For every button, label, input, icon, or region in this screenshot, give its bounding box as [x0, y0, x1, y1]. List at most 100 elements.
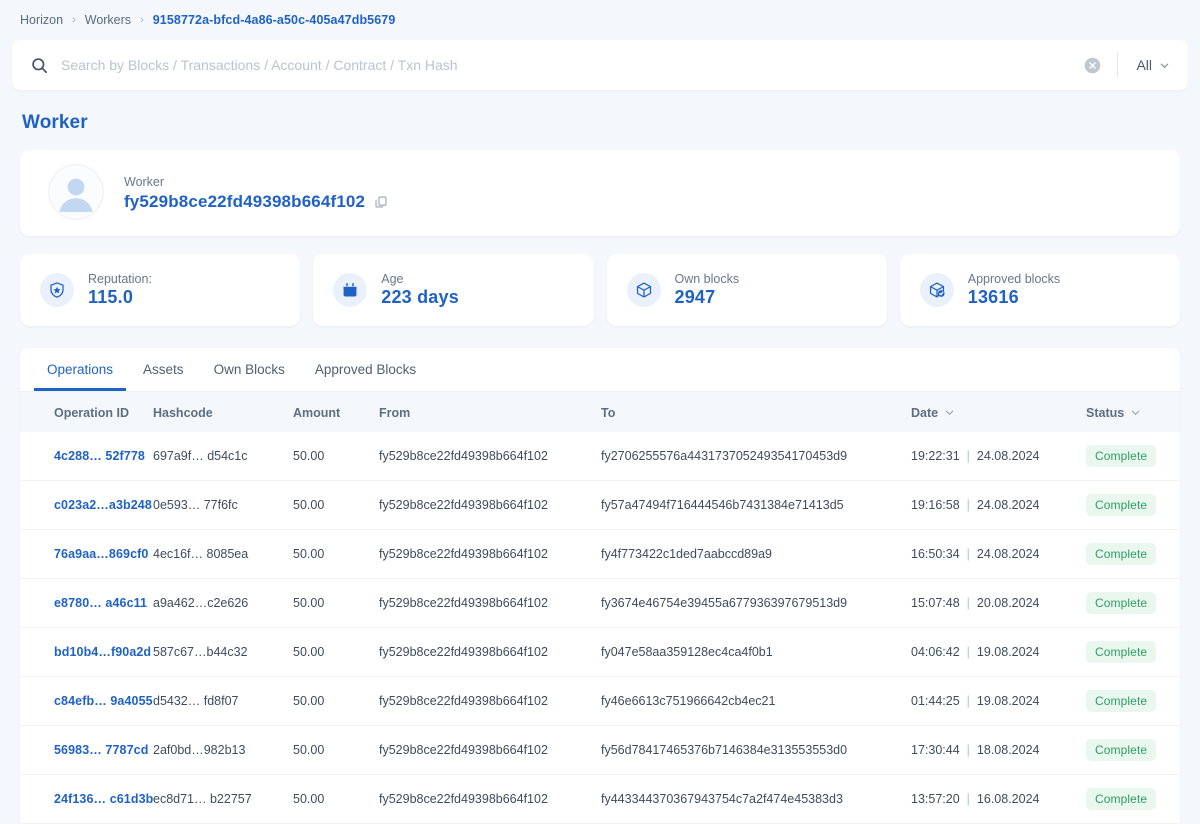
tab-operations[interactable]: Operations	[34, 348, 127, 391]
cube-check-icon	[929, 282, 945, 298]
cell-time: 17:30:44	[911, 743, 960, 757]
column-header-status[interactable]: Status	[1086, 392, 1180, 432]
cell-operation-id[interactable]: bd10b4…f90a2d	[20, 627, 153, 677]
table-row[interactable]: 76a9aa…869cf0 4ec16f… 8085ea 50.00 fy529b8c…	[20, 529, 1180, 579]
breadcrumb-item-3[interactable]: 9158772a-bfcd-4a86-a50c-405a47db5679	[153, 13, 396, 27]
copy-icon[interactable]	[374, 195, 388, 209]
cell-hashcode: 0e593… 77f6fc	[153, 480, 293, 530]
status-badge: Complete	[1086, 592, 1157, 614]
table-row[interactable]: c023a2…a3b248 0e593… 77f6fc 50.00 fy529b8ce…	[20, 480, 1180, 530]
table-row[interactable]: c84efb… 9a4055 d5432… fd8f07 50.00 fy529b8c…	[20, 676, 1180, 726]
date-separator: |	[966, 498, 970, 512]
cell-date-value: 24.08.2024	[976, 449, 1040, 463]
cell-time: 19:16:58	[911, 498, 960, 512]
cell-time: 15:07:48	[911, 596, 960, 610]
table-row[interactable]: 24f136… c61d3b ec8d71… b22757 50.00 fy529b8…	[20, 774, 1180, 824]
cell-status: Complete	[1086, 774, 1180, 824]
status-badge: Complete	[1086, 690, 1157, 712]
column-header-label: To	[601, 405, 616, 420]
breadcrumb-item-1[interactable]: Horizon	[20, 13, 63, 27]
calendar-icon	[343, 282, 357, 297]
cell-from: fy529b8ce22fd49398b664f102	[379, 627, 601, 677]
tab-own-blocks[interactable]: Own Blocks	[201, 348, 298, 391]
chevron-down-icon	[1160, 63, 1169, 68]
worker-id[interactable]: fy529b8ce22fd49398b664f102	[124, 192, 365, 212]
cell-date-value: 19.08.2024	[976, 645, 1040, 659]
cell-time: 04:06:42	[911, 645, 960, 659]
cell-from: fy529b8ce22fd49398b664f102	[379, 578, 601, 628]
operation-id-link[interactable]: 24f136… c61d3b	[54, 792, 153, 806]
operation-id-link[interactable]: 4c288… 52f778	[54, 449, 145, 463]
search-bar: All	[12, 40, 1188, 90]
search-filter-label: All	[1136, 57, 1152, 73]
cube-check-icon-wrap	[919, 273, 954, 307]
cell-operation-id[interactable]: c84efb… 9a4055	[20, 676, 153, 726]
breadcrumb-separator: ›	[140, 13, 144, 26]
column-header-label: Operation ID	[54, 405, 130, 420]
column-header-amount: Amount	[293, 392, 379, 432]
cell-time: 19:22:31	[911, 449, 960, 463]
date-separator: |	[966, 645, 970, 659]
operation-id-link[interactable]: e8780… a46c11	[54, 596, 147, 610]
cell-to: fy46e6613c751966642cb4ec21	[601, 676, 911, 726]
tab-assets[interactable]: Assets	[130, 348, 197, 391]
breadcrumb-item-2[interactable]: Workers	[85, 13, 131, 27]
date-separator: |	[966, 449, 970, 463]
cell-hashcode: ec8d71… b22757	[153, 774, 293, 824]
cell-to: fy443344370367943754c7a2f474e45383d3	[601, 774, 911, 824]
stat-card-3: Own blocks 2947	[606, 254, 887, 326]
table-row[interactable]: bd10b4…f90a2d 587c67…b44c32 50.00 fy529b8ce…	[20, 627, 1180, 677]
stat-value: 115.0	[88, 287, 134, 307]
cell-operation-id[interactable]: c023a2…a3b248	[20, 480, 153, 530]
worker-card: Worker fy529b8ce22fd49398b664f102	[20, 150, 1180, 236]
status-badge: Complete	[1086, 543, 1157, 565]
cell-status: Complete	[1086, 578, 1180, 628]
cell-hashcode: 4ec16f… 8085ea	[153, 529, 293, 579]
stat-label: Reputation:	[88, 272, 152, 286]
operation-id-link[interactable]: 76a9aa…869cf0	[54, 547, 148, 561]
table-row[interactable]: e8780… a46c11 a9a462…c2e626 50.00 fy529b8ce…	[20, 578, 1180, 628]
status-badge: Complete	[1086, 788, 1157, 810]
operation-id-link[interactable]: c023a2…a3b248	[54, 498, 152, 512]
cell-operation-id[interactable]: 76a9aa…869cf0	[20, 529, 153, 579]
stat-label: Age	[381, 272, 404, 286]
cell-operation-id[interactable]: 4c288… 52f778	[20, 432, 153, 481]
cell-time: 16:50:34	[911, 547, 960, 561]
cell-status: Complete	[1086, 480, 1180, 530]
tab-approved-blocks[interactable]: Approved Blocks	[302, 348, 429, 391]
breadcrumb-separator: ›	[72, 13, 76, 26]
date-separator: |	[966, 694, 970, 708]
clear-search-icon[interactable]	[1084, 57, 1101, 74]
stat-label: Approved blocks	[967, 272, 1061, 286]
column-header-label: Date	[911, 405, 939, 420]
cell-date: 04:06:42 | 19.08.2024	[911, 627, 1086, 677]
operation-id-link[interactable]: c84efb… 9a4055	[54, 694, 153, 708]
table-row[interactable]: 56983… 7787cd 2af0bd…982b13 50.00 fy529b8ce…	[20, 725, 1180, 775]
cell-hashcode: d5432… fd8f07	[153, 676, 293, 726]
operation-id-link[interactable]: 56983… 7787cd	[54, 743, 148, 757]
cell-status: Complete	[1086, 432, 1180, 481]
search-icon	[30, 56, 49, 75]
operation-id-link[interactable]: bd10b4…f90a2d	[54, 645, 151, 659]
cell-operation-id[interactable]: 24f136… c61d3b	[20, 774, 153, 824]
cell-operation-id[interactable]: 56983… 7787cd	[20, 725, 153, 775]
status-badge: Complete	[1086, 641, 1157, 663]
column-header-date[interactable]: Date	[911, 392, 1086, 432]
cell-time: 01:44:25	[911, 694, 960, 708]
cell-date-value: 16.08.2024	[976, 792, 1040, 806]
cell-amount: 50.00	[293, 676, 379, 726]
stat-value: 2947	[674, 287, 716, 307]
status-badge: Complete	[1086, 494, 1157, 516]
operations-table: Operation ID Hashcode Amount From To Date Stat…	[20, 392, 1180, 824]
table-row[interactable]: 4c288… 52f778 697a9f… d54c1c 50.00 fy529b8c…	[20, 432, 1180, 481]
cell-operation-id[interactable]: e8780… a46c11	[20, 578, 153, 628]
calendar-icon-wrap	[333, 273, 368, 307]
cell-date-value: 18.08.2024	[976, 743, 1040, 757]
stat-value: 223 days	[381, 287, 459, 307]
cell-from: fy529b8ce22fd49398b664f102	[379, 529, 601, 579]
date-separator: |	[966, 792, 970, 806]
search-input[interactable]	[61, 57, 1085, 73]
search-divider	[1117, 52, 1119, 78]
cell-date-value: 20.08.2024	[976, 596, 1040, 610]
search-filter-dropdown[interactable]: All	[1136, 57, 1174, 73]
